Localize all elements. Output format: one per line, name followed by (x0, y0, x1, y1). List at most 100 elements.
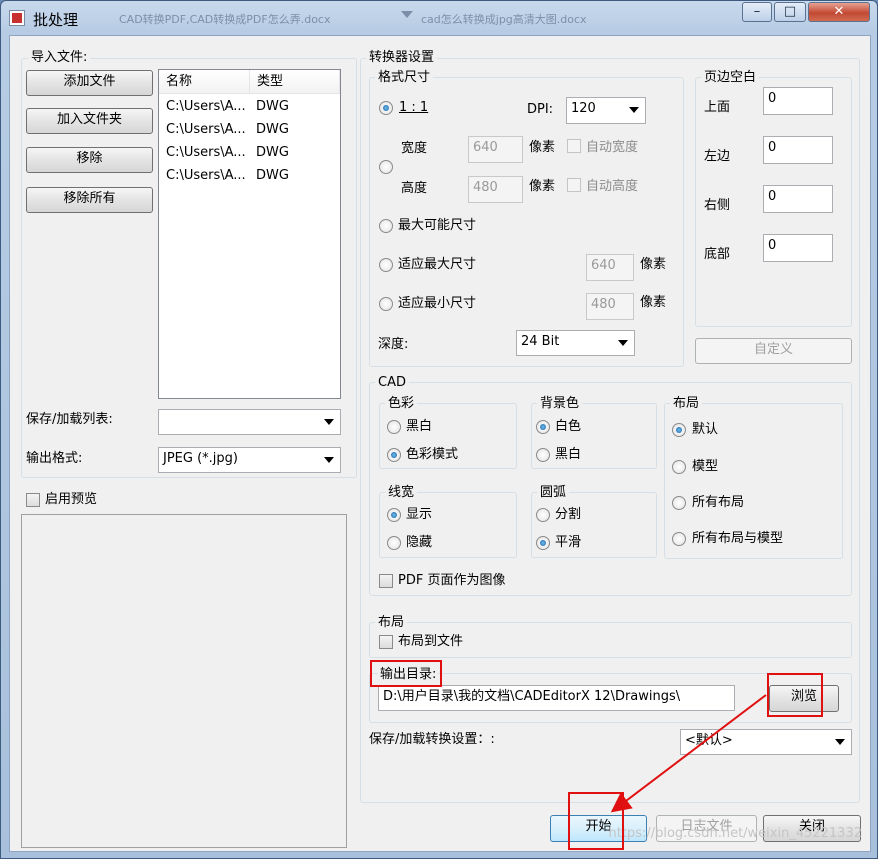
layout-default-label: 默认 (692, 422, 719, 437)
remove-all-button[interactable]: 移除所有 (26, 187, 153, 213)
margin-bottom-label: 底部 (704, 247, 731, 262)
enable-preview-label: 启用预览 (45, 492, 98, 507)
file-name-cell[interactable]: C:\Users\A... (166, 99, 246, 115)
add-file-button[interactable]: 添加文件 (26, 70, 153, 96)
max-possible-size-label: 最大可能尺寸 (398, 218, 477, 233)
file-list[interactable]: 名称 类型 C:\Users\A... DWG C:\Users\A... DW… (158, 69, 341, 399)
fit-max-unit-label: 像素 (640, 257, 667, 272)
maximize-button[interactable]: □ (774, 2, 806, 22)
ratio-1to1-label: 1 : 1 (399, 100, 429, 115)
format-size-title: 格式尺寸 (375, 71, 434, 85)
add-folder-button[interactable]: 加入文件夹 (26, 108, 153, 134)
linewidth-show-label: 显示 (406, 507, 433, 522)
margin-top-input[interactable]: 0 (763, 87, 833, 115)
background-bw-radio[interactable] (536, 448, 550, 462)
dpi-value: 120 (571, 101, 596, 116)
fit-min-size-input[interactable]: 480 (586, 293, 634, 320)
margin-left-input[interactable]: 0 (763, 136, 833, 164)
file-type-cell: DWG (256, 145, 289, 160)
linewidth-show-radio[interactable] (387, 508, 401, 522)
color-bw-label: 黑白 (406, 419, 433, 434)
linewidth-hide-radio[interactable] (387, 536, 401, 550)
output-format-select[interactable]: JPEG (*.jpg) (158, 447, 341, 473)
chevron-down-icon (324, 457, 334, 463)
auto-height-checkbox[interactable] (567, 178, 581, 192)
layout-all-radio[interactable] (672, 496, 686, 510)
height-label: 高度 (401, 181, 428, 196)
file-type-cell: DWG (256, 99, 289, 114)
color-mode-radio[interactable] (387, 448, 401, 462)
output-format-label: 输出格式: (26, 451, 83, 466)
background-window-title: CAD转换PDF,CAD转换成PDF怎么弄.docx (119, 13, 331, 26)
margin-right-input[interactable]: 0 (763, 185, 833, 213)
close-window-button[interactable]: ✕ (808, 2, 870, 22)
arc-split-radio[interactable] (536, 508, 550, 522)
layout-model-radio[interactable] (672, 460, 686, 474)
column-header-type[interactable]: 类型 (250, 70, 340, 94)
layout-all-and-model-label: 所有布局与模型 (692, 531, 784, 546)
preview-panel (21, 514, 347, 848)
linewidth-group: 线宽 (379, 486, 517, 558)
enable-preview-checkbox[interactable] (26, 493, 40, 507)
auto-width-label: 自动宽度 (586, 140, 639, 155)
output-format-value: JPEG (*.jpg) (163, 451, 238, 466)
color-bw-radio[interactable] (387, 420, 401, 434)
dpi-label: DPI: (527, 102, 554, 117)
file-name-cell[interactable]: C:\Users\A... (166, 168, 246, 184)
margin-left-label: 左边 (704, 149, 731, 164)
height-unit-label: 像素 (529, 179, 556, 194)
layout-default-radio[interactable] (672, 423, 686, 437)
width-input[interactable]: 640 (468, 136, 523, 163)
column-header-name[interactable]: 名称 (159, 70, 250, 94)
layout-to-file-checkbox[interactable] (379, 635, 393, 649)
fit-max-size-radio[interactable] (379, 258, 393, 272)
batch-window: 批处理 CAD转换PDF,CAD转换成PDF怎么弄.docx cad怎么转换成j… (0, 0, 878, 859)
fit-min-size-radio[interactable] (379, 297, 393, 311)
import-group-title: 导入文件: (28, 51, 91, 65)
margin-bottom-input[interactable]: 0 (763, 234, 833, 262)
arc-smooth-radio[interactable] (536, 536, 550, 550)
fit-max-size-label: 适应最大尺寸 (398, 257, 477, 272)
output-dir-input[interactable]: D:\用户目录\我的文档\CADEditorX 12\Drawings\ (378, 685, 735, 711)
custom-size-radio[interactable] (379, 160, 393, 174)
height-input[interactable]: 480 (468, 176, 523, 203)
chevron-down-icon (324, 419, 334, 425)
watermark: https://blog.csdn.net/weixin_45221332 (608, 826, 862, 841)
save-load-list-select[interactable] (158, 409, 341, 435)
custom-margins-button[interactable]: 自定义 (695, 338, 852, 364)
background-white-radio[interactable] (536, 420, 550, 434)
cad-layout-group-title: 布局 (670, 397, 703, 411)
file-name-cell[interactable]: C:\Users\A... (166, 122, 246, 138)
save-load-settings-select[interactable]: <默认> (680, 729, 852, 755)
layout-all-and-model-radio[interactable] (672, 532, 686, 546)
fit-min-unit-label: 像素 (640, 295, 667, 310)
max-possible-size-radio[interactable] (379, 219, 393, 233)
file-type-cell: DWG (256, 122, 289, 137)
background-bw-label: 黑白 (555, 447, 582, 462)
remove-button[interactable]: 移除 (26, 147, 153, 173)
dialog-client: 导入文件: 添加文件 加入文件夹 移除 移除所有 名称 类型 C:\Users\… (9, 35, 871, 852)
width-unit-label: 像素 (529, 140, 556, 155)
output-dir-label: 输出目录: (378, 667, 439, 683)
app-icon (9, 10, 25, 26)
depth-value: 24 Bit (521, 334, 560, 349)
margin-top-label: 上面 (704, 100, 731, 115)
ratio-1to1-radio[interactable] (379, 101, 393, 115)
background-group: 背景色 (531, 397, 657, 469)
auto-width-checkbox[interactable] (567, 139, 581, 153)
depth-select[interactable]: 24 Bit (516, 330, 635, 356)
title-bar[interactable]: 批处理 CAD转换PDF,CAD转换成PDF怎么弄.docx cad怎么转换成j… (1, 1, 878, 35)
linewidth-hide-label: 隐藏 (406, 535, 433, 550)
save-load-settings-label: 保存/加载转换设置：: (369, 732, 495, 747)
file-name-cell[interactable]: C:\Users\A... (166, 145, 246, 161)
dpi-select[interactable]: 120 (566, 97, 646, 124)
auto-height-label: 自动高度 (586, 179, 639, 194)
layout-model-label: 模型 (692, 459, 719, 474)
color-group-title: 色彩 (385, 397, 418, 411)
minimize-button[interactable]: – (742, 2, 772, 22)
browse-button[interactable]: 浏览 (769, 685, 839, 712)
background-white-label: 白色 (555, 419, 582, 434)
linewidth-group-title: 线宽 (385, 486, 418, 500)
fit-max-size-input[interactable]: 640 (586, 254, 634, 281)
pdf-as-image-checkbox[interactable] (379, 574, 393, 588)
